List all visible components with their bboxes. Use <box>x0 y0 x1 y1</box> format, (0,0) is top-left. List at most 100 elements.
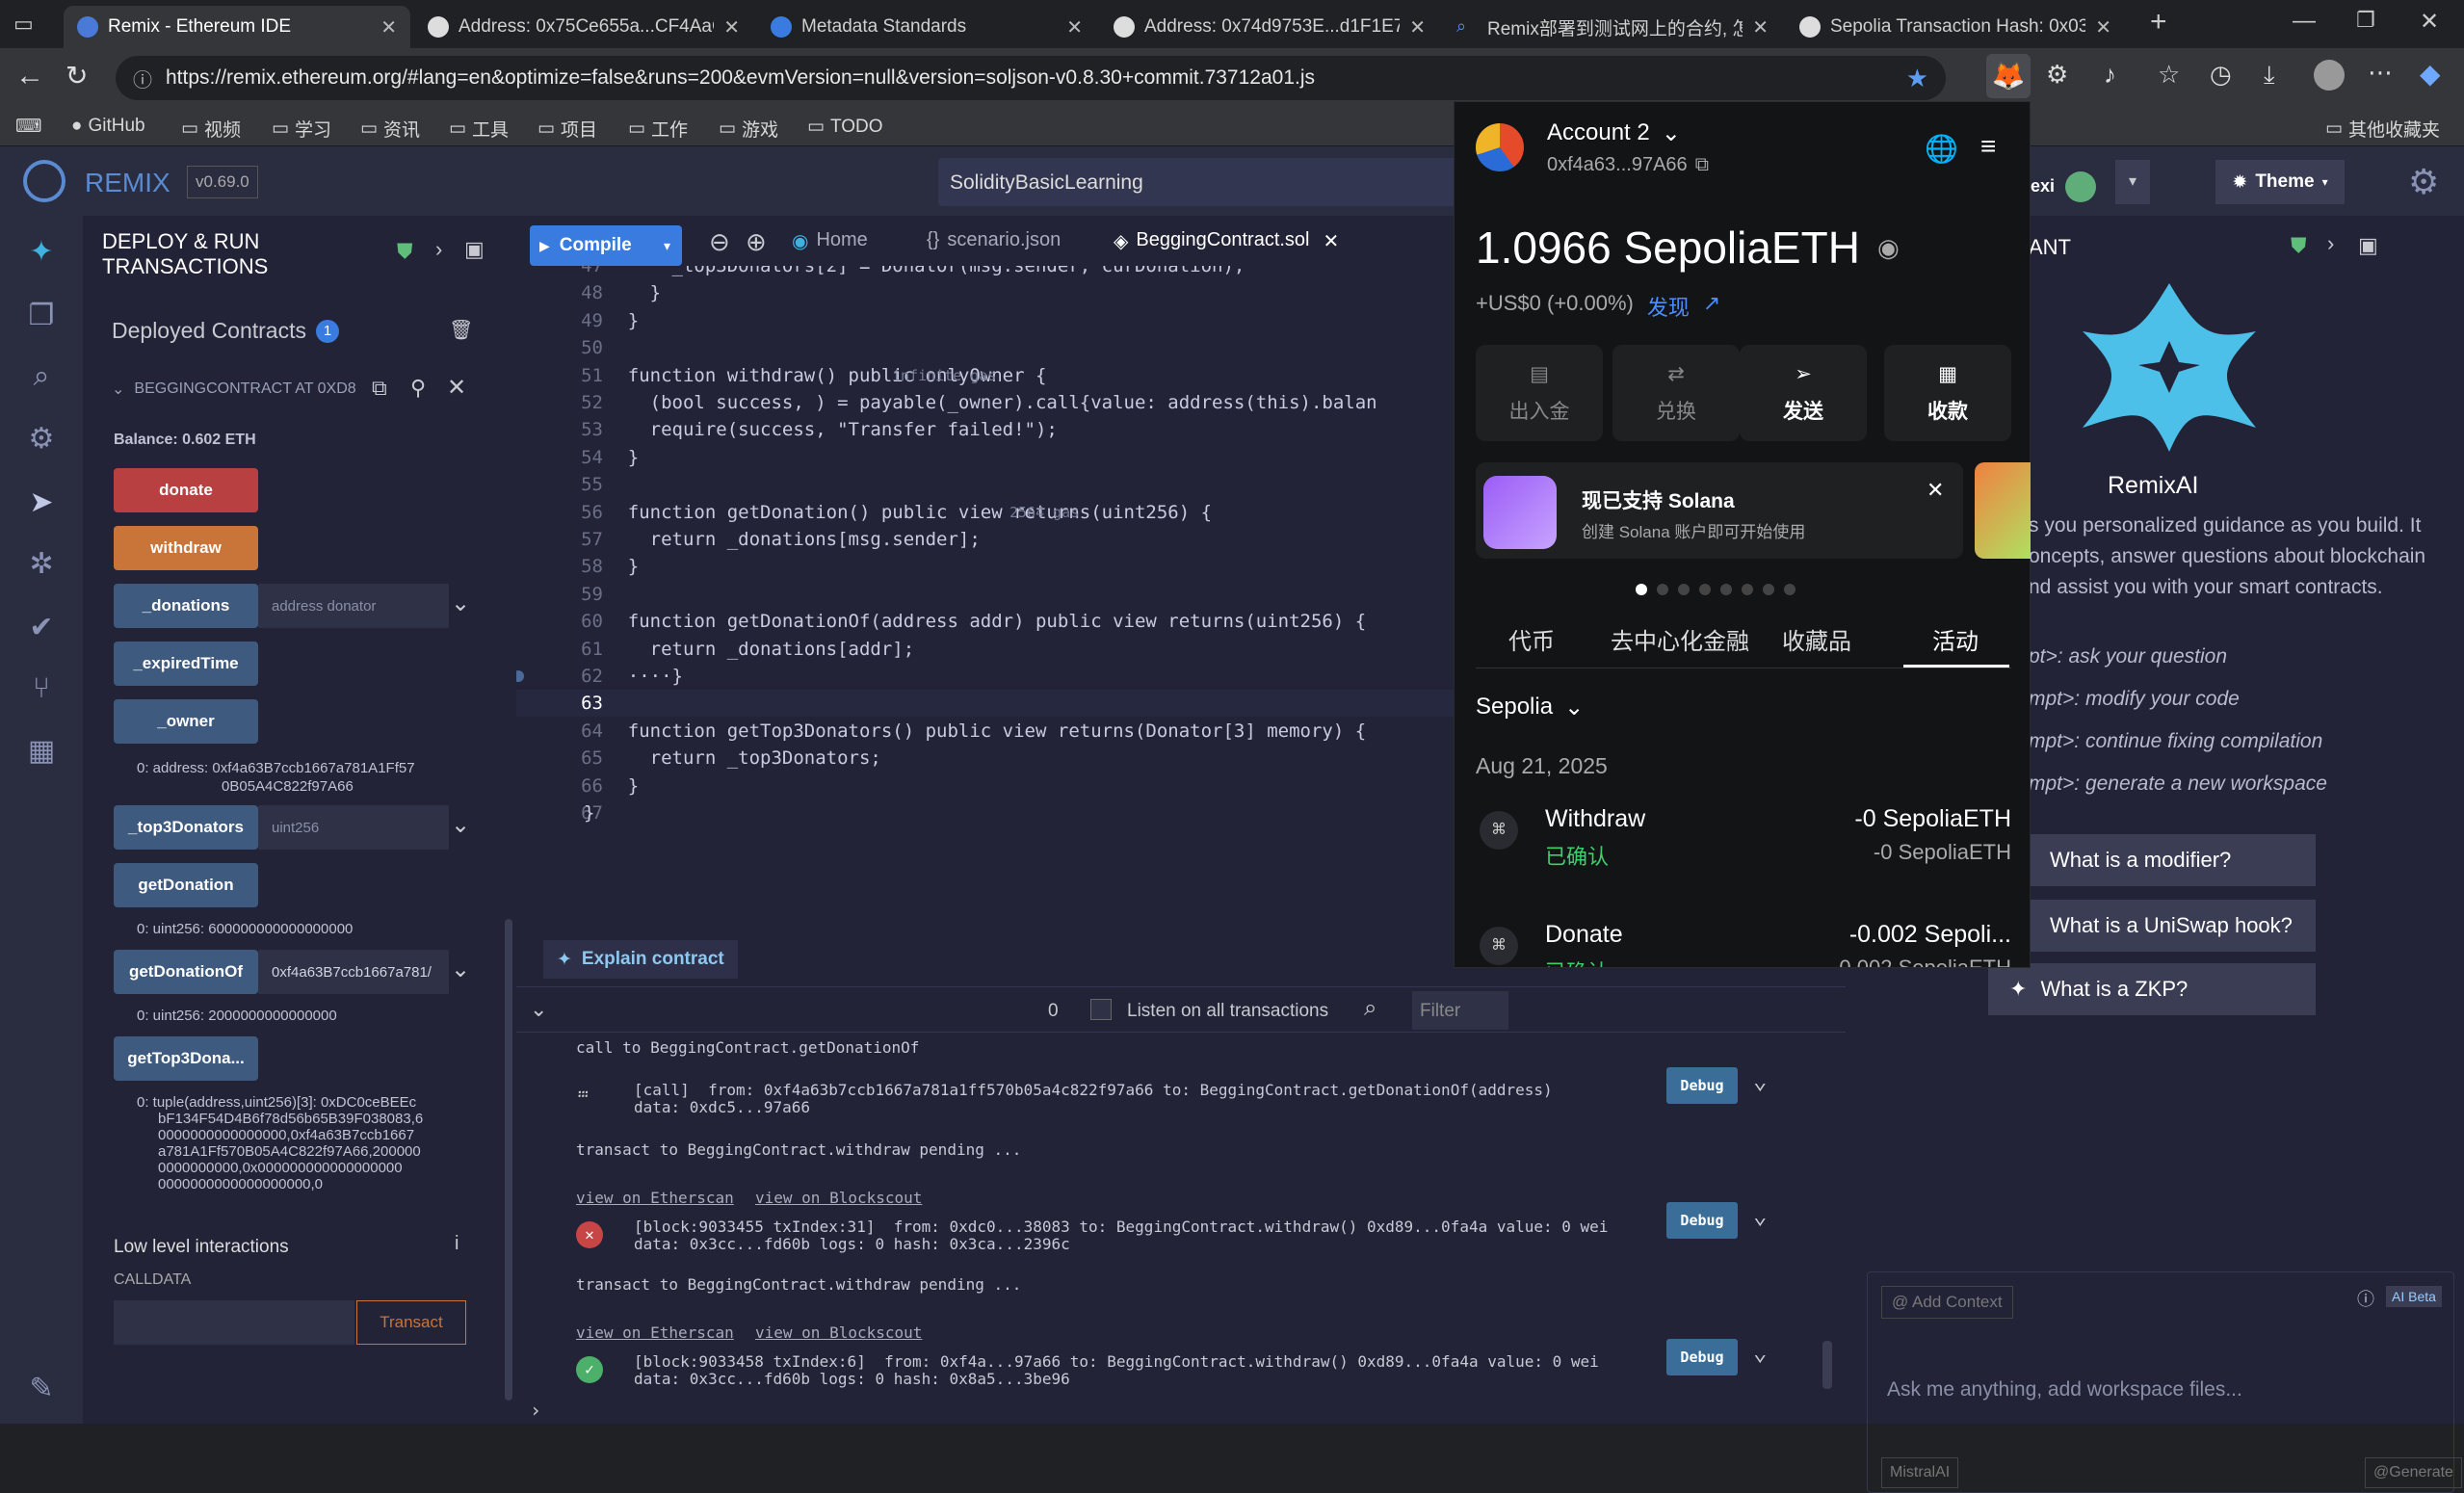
expand-chevron-icon[interactable]: ⌄ <box>451 589 470 617</box>
collapse-terminal-icon[interactable]: ⌄ <box>530 997 547 1022</box>
dot[interactable] <box>1763 584 1774 595</box>
tab-search[interactable]: ⌕ Remix部署到测试网上的合约, 怎 ✕ <box>1443 6 1782 48</box>
bookmark-folder-projects[interactable]: ▭ 项目 <box>537 116 597 142</box>
dot[interactable] <box>1699 584 1711 595</box>
account-selector[interactable]: Account 2 ⌄ <box>1547 119 1681 147</box>
collections-icon[interactable]: ☆ <box>2158 60 2180 90</box>
dot[interactable] <box>1784 584 1796 595</box>
code-line[interactable]: 61 return _donations[addr]; <box>516 636 1480 663</box>
tab-address-1[interactable]: Address: 0x75Ce655a...CF4AaC0C ✕ <box>414 6 753 48</box>
tab-remix[interactable]: Remix - Ethereum IDE ✕ <box>64 6 410 48</box>
close-tab-icon[interactable]: ✕ <box>2095 15 2111 39</box>
dock-icon[interactable]: ▣ <box>2358 233 2378 258</box>
chevron-right-icon[interactable]: › <box>2327 231 2334 256</box>
zoom-out-icon[interactable]: ⊖ <box>709 227 730 257</box>
copy-icon[interactable]: ⧉ <box>372 376 387 401</box>
window-menu-icon[interactable]: ▭ <box>13 12 34 37</box>
add-context-button[interactable]: @ Add Context <box>1881 1286 2013 1319</box>
expand-chevron-icon[interactable]: ⌄ <box>451 956 470 983</box>
code-line[interactable]: 62 ····} <box>516 663 1480 690</box>
etherscan-link[interactable]: view on Etherscan <box>576 1323 734 1342</box>
account-address[interactable]: 0xf4a63...97A66 ⧉ <box>1547 154 1709 176</box>
eye-icon[interactable]: ◉ <box>1877 233 1900 263</box>
close-window-icon[interactable]: ✕ <box>2420 8 2439 36</box>
code-line[interactable]: 65 return _top3Donators; <box>516 745 1480 772</box>
favorite-star-icon[interactable]: ★ <box>1906 64 1928 93</box>
getdonationof-input[interactable]: 0xf4a63B7ccb1667a781/ <box>258 950 449 994</box>
bookmark-folder-todo[interactable]: ▭ TODO <box>807 116 883 138</box>
other-bookmarks[interactable]: ▭ 其他收藏夹 <box>2325 116 2440 142</box>
more-menu-icon[interactable]: ⋯ <box>2368 58 2393 88</box>
minimize-icon[interactable]: — <box>2293 8 2316 35</box>
explain-contract-button[interactable]: ✦ Explain contract <box>543 940 738 979</box>
tab-home[interactable]: ◉ Home <box>792 229 868 253</box>
back-icon[interactable]: ← <box>15 60 44 92</box>
tab-sepolia-tx[interactable]: Sepolia Transaction Hash: 0x036c ✕ <box>1786 6 2125 48</box>
dot[interactable] <box>1678 584 1690 595</box>
bookmark-folder-news[interactable]: ▭ 资讯 <box>360 116 420 142</box>
getdonationof-button[interactable]: getDonationOf <box>114 950 258 994</box>
new-tab-icon[interactable]: + <box>2150 6 2167 39</box>
close-tab-icon[interactable]: ✕ <box>1066 15 1083 39</box>
code-line[interactable]: 58 } <box>516 553 1480 580</box>
dot[interactable] <box>1720 584 1732 595</box>
debugger-icon[interactable]: ✲ <box>23 547 60 584</box>
filter-input[interactable]: Filter <box>1412 991 1508 1030</box>
dot[interactable] <box>1657 584 1668 595</box>
next-banner-card[interactable] <box>1975 462 2031 559</box>
close-icon[interactable]: ✕ <box>447 374 466 402</box>
getdonation-button[interactable]: getDonation <box>114 863 258 907</box>
tab-activity[interactable]: 活动 <box>1932 622 1979 656</box>
metamask-extension-icon[interactable]: 🦊 <box>1986 54 2031 98</box>
address-bar[interactable]: ⓘ https://remix.ethereum.org/#lang=en&op… <box>116 56 1946 100</box>
calldata-input[interactable] <box>114 1300 354 1345</box>
trash-icon[interactable]: 🗑 <box>449 318 473 342</box>
settings-gear-icon[interactable]: ⚙ <box>2408 162 2439 202</box>
plugin-manager-icon[interactable]: ▦ <box>23 734 60 771</box>
buy-sell-button[interactable]: ▤ 出入金 <box>1476 345 1603 441</box>
tab-tokens[interactable]: 代币 <box>1508 622 1555 656</box>
debug-button[interactable]: Debug <box>1666 1067 1738 1104</box>
user-dropdown-button[interactable]: ▾ <box>2115 160 2150 204</box>
testing-icon[interactable]: ✔ <box>23 611 60 647</box>
discover-link[interactable]: 发现 <box>1647 291 1690 322</box>
reload-icon[interactable]: ↻ <box>66 60 88 92</box>
compile-button[interactable]: ▶ Compile ▾ <box>530 225 682 266</box>
tab-beggingcontract[interactable]: ◈ BeggingContract.sol ✕ <box>1102 222 1351 264</box>
listen-checkbox[interactable] <box>1090 999 1112 1020</box>
prompt-zkp[interactable]: ✦ What is a ZKP? <box>1988 963 2316 1015</box>
donations-button[interactable]: _donations <box>114 584 258 628</box>
dot[interactable] <box>1742 584 1753 595</box>
deploy-run-icon[interactable]: ➤ <box>23 485 60 522</box>
tab-metadata[interactable]: Metadata Standards ✕ <box>757 6 1096 48</box>
read-aloud-icon[interactable]: ♪ <box>2104 60 2116 90</box>
account-avatar[interactable] <box>1476 123 1524 171</box>
expand-chevron-icon[interactable]: ⌄ <box>451 811 470 839</box>
code-line[interactable]: 66 } <box>516 773 1480 799</box>
remix-ai-icon[interactable]: ✦ <box>23 235 60 272</box>
search-icon[interactable]: ⌕ <box>23 360 60 397</box>
close-banner-icon[interactable]: ✕ <box>1927 478 1944 503</box>
history-icon[interactable]: ◷ <box>2210 60 2232 90</box>
code-line[interactable]: 56 function getDonation() public view re… <box>516 499 1480 526</box>
donate-button[interactable]: donate <box>114 468 258 512</box>
receive-button[interactable]: ▦ 收款 <box>1884 345 2011 441</box>
search-icon[interactable]: ⌕ <box>1364 995 1376 1022</box>
code-line[interactable]: 67} <box>516 799 1480 826</box>
prompt-modifier[interactable]: What is a modifier? <box>2029 834 2316 886</box>
code-line[interactable]: 47 _top3Donators[2] = Donator(msg.sender… <box>516 266 1480 279</box>
code-line[interactable]: 60 function getDonationOf(address addr) … <box>516 608 1480 635</box>
debug-button[interactable]: Debug <box>1666 1339 1738 1375</box>
git-icon[interactable]: ⑂ <box>23 672 60 709</box>
code-line[interactable]: 55 <box>516 471 1480 498</box>
owner-button[interactable]: _owner <box>114 699 258 744</box>
site-info-icon[interactable]: ⓘ <box>133 65 152 92</box>
code-line[interactable]: 49 } <box>516 307 1480 334</box>
prompt-uniswap[interactable]: What is a UniSwap hook? <box>2029 900 2316 952</box>
expand-log-icon[interactable]: ⌄ <box>1753 1339 1767 1366</box>
code-line[interactable]: 64 function getTop3Donators() public vie… <box>516 718 1480 745</box>
tab-address-2[interactable]: Address: 0x74d9753E...d1F1E721 ✕ <box>1100 6 1439 48</box>
code-editor[interactable]: 47 _top3Donators[2] = Donator(msg.sender… <box>516 266 1480 844</box>
settings-plug-icon[interactable]: ✎ <box>23 1372 60 1408</box>
extensions-icon[interactable]: ⚙ <box>2046 60 2068 90</box>
